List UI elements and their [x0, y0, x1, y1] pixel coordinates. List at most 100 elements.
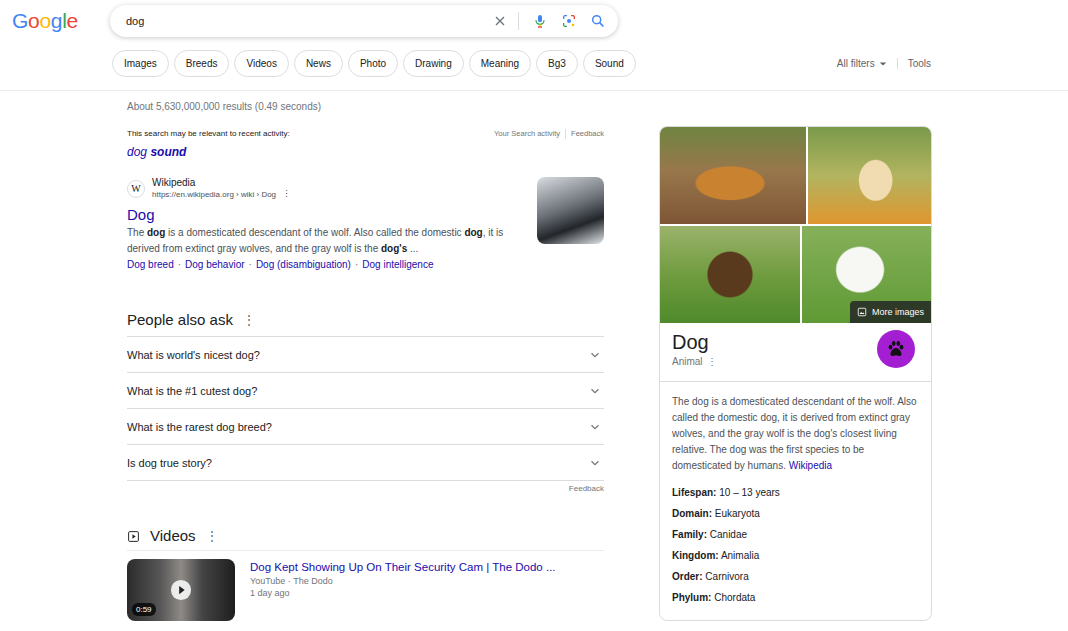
- result-title[interactable]: Dog: [127, 205, 527, 225]
- kp-image[interactable]: [660, 226, 800, 323]
- kp-body: The dog is a domesticated descendant of …: [660, 382, 931, 620]
- kp-image[interactable]: [660, 127, 806, 224]
- google-logo[interactable]: Google: [12, 8, 110, 34]
- kp-menu[interactable]: ⋮: [707, 356, 717, 367]
- video-info: Dog Kept Showing Up On Their Security Ca…: [250, 559, 556, 621]
- kp-fact: Lifespan: 10 – 13 years: [672, 482, 919, 503]
- paa-menu[interactable]: ⋮: [243, 309, 255, 331]
- sitelinks: Dog breed · Dog behavior · Dog (disambiguati…: [127, 257, 527, 273]
- recent-activity-label: This search may be relevant to recent ac…: [127, 129, 290, 139]
- video-duration: 0:59: [132, 603, 156, 616]
- header-divider: [0, 90, 1068, 91]
- video-age: 1 day ago: [250, 587, 556, 599]
- chevron-down-icon: [588, 384, 602, 398]
- sitelink[interactable]: Dog behavior: [185, 259, 244, 270]
- paa-question[interactable]: Is dog true story?: [127, 444, 604, 480]
- paa-feedback[interactable]: Feedback: [127, 483, 604, 495]
- video-thumbnail[interactable]: 0:59: [127, 559, 235, 621]
- sitelink[interactable]: Dog breed: [127, 259, 174, 270]
- search-separator: [518, 12, 519, 30]
- kp-images: More images: [660, 127, 931, 323]
- kp-subtitle: Animal ⋮: [672, 355, 717, 369]
- chips-bar: ImagesBreedsVideosNewsPhotoDrawingMeanin…: [0, 50, 1068, 77]
- paa-question[interactable]: What is the rarest dog breed?: [127, 408, 604, 444]
- filter-chip[interactable]: Breeds: [174, 50, 230, 77]
- more-images-button[interactable]: More images: [850, 301, 931, 323]
- site-row[interactable]: W Wikipediahttps://en.wikipedia.org › wik…: [127, 177, 527, 200]
- result-stats: About 5,630,000,000 results (0.49 second…: [127, 100, 604, 114]
- people-also-ask: People also ask⋮ What is world's nicest d…: [127, 309, 604, 495]
- kp-fact: Phylum: Chordata: [672, 587, 919, 608]
- clear-icon[interactable]: [492, 13, 508, 29]
- site-name: Wikipedia: [152, 177, 291, 189]
- chevron-down-icon: [588, 348, 602, 362]
- result-text: W Wikipediahttps://en.wikipedia.org › wik…: [127, 177, 527, 273]
- search-page: Google dog ImagesBreedsVideosNewsPhotoDraw…: [0, 0, 1068, 631]
- all-filters-button[interactable]: All filters: [837, 58, 887, 69]
- kp-fact: Kingdom: Animalia: [672, 545, 919, 566]
- video-icon: [127, 530, 140, 543]
- filter-chip[interactable]: News: [294, 50, 343, 77]
- kp-source-link[interactable]: Wikipedia: [789, 460, 832, 471]
- paw-icon: [877, 330, 915, 368]
- chevron-down-icon: [588, 420, 602, 434]
- sitelink[interactable]: Dog intelligence: [362, 259, 433, 270]
- recent-activity-links: Your Search activity Feedback: [494, 129, 604, 139]
- caret-down-icon: [879, 60, 887, 68]
- paa-header: People also ask⋮: [127, 309, 604, 331]
- sitelink[interactable]: Dog (disambiguation): [256, 259, 351, 270]
- suggestion-link[interactable]: dog sound: [127, 145, 604, 159]
- filter-chip[interactable]: Sound: [583, 50, 636, 77]
- kp-fact: Order: Carnivora: [672, 566, 919, 587]
- kp-title: Dog: [672, 329, 717, 355]
- filter-chip[interactable]: Images: [112, 50, 169, 77]
- kp-facts: Lifespan: 10 – 13 yearsDomain: Eukaryota…: [672, 482, 919, 608]
- filter-chip[interactable]: Bg3: [536, 50, 578, 77]
- recent-activity-link[interactable]: Your Search activity: [494, 129, 560, 139]
- image-icon: [857, 307, 867, 317]
- video-source: YouTube · The Dodo: [250, 575, 556, 587]
- tools-button[interactable]: Tools: [897, 58, 931, 69]
- knowledge-panel: More imagesDogAnimal ⋮The dog is a domes…: [659, 126, 932, 621]
- videos-header: Videos⋮: [127, 525, 604, 551]
- kp-header: DogAnimal ⋮: [660, 323, 931, 382]
- sitelink-separator: ·: [355, 259, 358, 270]
- microphone-icon[interactable]: [532, 13, 548, 29]
- filter-chip[interactable]: Photo: [348, 50, 398, 77]
- video-title[interactable]: Dog Kept Showing Up On Their Security Ca…: [250, 559, 556, 575]
- video-item[interactable]: 0:59 Dog Kept Showing Up On Their Securit…: [127, 559, 604, 621]
- search-icon[interactable]: [590, 13, 606, 29]
- chevron-down-icon: [588, 456, 602, 470]
- play-icon[interactable]: [170, 579, 192, 601]
- search-query[interactable]: dog: [126, 15, 479, 27]
- lens-icon[interactable]: [561, 13, 577, 29]
- kp-fact: Family: Canidae: [672, 524, 919, 545]
- results-column: About 5,630,000,000 results (0.49 second…: [127, 91, 604, 621]
- paa-question[interactable]: What is world's nicest dog?: [127, 336, 604, 372]
- site-info: Wikipediahttps://en.wikipedia.org › wiki…: [152, 177, 291, 200]
- sitelink-separator: ·: [249, 259, 252, 270]
- filter-chip[interactable]: Videos: [234, 50, 288, 77]
- search-result: W Wikipediahttps://en.wikipedia.org › wik…: [127, 177, 604, 273]
- kp-fact: Domain: Eukaryota: [672, 503, 919, 524]
- recent-activity: This search may be relevant to recent ac…: [127, 129, 604, 139]
- search-box[interactable]: dog: [110, 5, 618, 37]
- wikipedia-favicon-icon: W: [127, 180, 145, 198]
- kp-description: The dog is a domesticated descendant of …: [672, 394, 919, 474]
- videos-section: Videos⋮ 0:59 Dog Kept Showing Up On Their …: [127, 525, 604, 621]
- videos-menu[interactable]: ⋮: [206, 525, 218, 547]
- header: Google dog: [0, 0, 1068, 37]
- paa-list: What is world's nicest dog?What is the #…: [127, 336, 604, 481]
- content: About 5,630,000,000 results (0.49 second…: [0, 91, 1068, 621]
- chips: ImagesBreedsVideosNewsPhotoDrawingMeanin…: [112, 50, 636, 77]
- filter-chip[interactable]: Drawing: [403, 50, 464, 77]
- filter-chip[interactable]: Meaning: [469, 50, 531, 77]
- recent-activity-link[interactable]: Feedback: [565, 129, 604, 139]
- kp-image[interactable]: [808, 127, 931, 224]
- kp-image[interactable]: More images: [802, 226, 931, 323]
- paa-question[interactable]: What is the #1 cutest dog?: [127, 372, 604, 408]
- result-thumbnail[interactable]: [537, 177, 604, 244]
- sitelink-separator: ·: [178, 259, 181, 270]
- result-menu[interactable]: ⋮: [282, 189, 291, 199]
- site-url: https://en.wikipedia.org › wiki › Dog ⋮: [152, 189, 291, 200]
